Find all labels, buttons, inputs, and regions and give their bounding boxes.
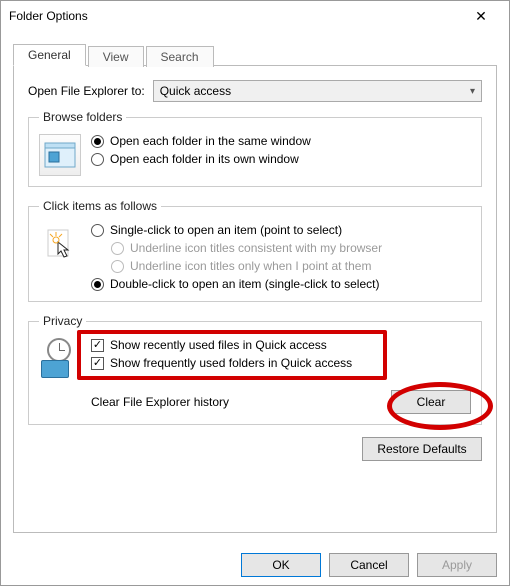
radio-double-click[interactable]: Double-click to open an item (single-cli…: [91, 277, 471, 291]
radio-own-window-label: Open each folder in its own window: [110, 152, 299, 166]
privacy-group: Privacy Show recently used files in Quic…: [28, 314, 482, 425]
tab-general[interactable]: General: [13, 44, 86, 66]
tabstrip: General View Search: [13, 43, 497, 65]
clear-button[interactable]: Clear: [391, 390, 471, 414]
radio-single-click[interactable]: Single-click to open an item (point to s…: [91, 223, 471, 237]
radio-underline-point-label: Underline icon titles only when I point …: [130, 259, 371, 273]
radio-same-window[interactable]: Open each folder in the same window: [91, 134, 471, 148]
folder-options-window: Folder Options ✕ General View Search Ope…: [0, 0, 510, 586]
chevron-down-icon: ▾: [470, 86, 475, 97]
window-title: Folder Options: [9, 9, 461, 23]
ok-button[interactable]: OK: [241, 553, 321, 577]
checkbox-frequent-folders[interactable]: Show frequently used folders in Quick ac…: [91, 356, 471, 370]
radio-same-window-label: Open each folder in the same window: [110, 134, 311, 148]
browse-folders-group: Browse folders Open each folder in the s…: [28, 110, 482, 187]
checkbox-recent-files[interactable]: Show recently used files in Quick access: [91, 338, 471, 352]
radio-icon: [111, 242, 124, 255]
radio-underline-point: Underline icon titles only when I point …: [111, 259, 471, 273]
cancel-button[interactable]: Cancel: [329, 553, 409, 577]
dialog-footer: OK Cancel Apply: [1, 545, 509, 585]
tabpage-general: Open File Explorer to: Quick access ▾ Br…: [13, 65, 497, 533]
checkbox-icon: [91, 339, 104, 352]
radio-single-click-label: Single-click to open an item (point to s…: [110, 223, 342, 237]
clear-history-row: Clear File Explorer history Clear: [39, 390, 471, 414]
radio-icon: [111, 260, 124, 273]
checkbox-icon: [91, 357, 104, 370]
radio-underline-browser: Underline icon titles consistent with my…: [111, 241, 471, 255]
tab-search[interactable]: Search: [146, 46, 214, 67]
checkbox-frequent-folders-label: Show frequently used folders in Quick ac…: [110, 356, 352, 370]
titlebar: Folder Options ✕: [1, 1, 509, 31]
tab-view[interactable]: View: [88, 46, 144, 67]
radio-double-click-label: Double-click to open an item (single-cli…: [110, 277, 379, 291]
dialog-body: General View Search Open File Explorer t…: [1, 31, 509, 545]
radio-own-window[interactable]: Open each folder in its own window: [91, 152, 471, 166]
click-items-group: Click items as follows Single-click to o…: [28, 199, 482, 302]
restore-row: Restore Defaults: [28, 437, 482, 461]
click-items-legend: Click items as follows: [39, 199, 161, 213]
folder-window-icon: [39, 134, 81, 176]
apply-button: Apply: [417, 553, 497, 577]
open-explorer-value: Quick access: [160, 84, 231, 98]
cursor-click-icon: [39, 223, 81, 265]
radio-icon: [91, 153, 104, 166]
open-explorer-label: Open File Explorer to:: [28, 84, 145, 98]
privacy-legend: Privacy: [39, 314, 86, 328]
clear-history-label: Clear File Explorer history: [91, 395, 229, 409]
browse-folders-legend: Browse folders: [39, 110, 126, 124]
radio-icon: [91, 135, 104, 148]
radio-underline-browser-label: Underline icon titles consistent with my…: [130, 241, 382, 255]
checkbox-recent-files-label: Show recently used files in Quick access: [110, 338, 327, 352]
open-explorer-combo[interactable]: Quick access ▾: [153, 80, 482, 102]
close-icon[interactable]: ✕: [461, 8, 501, 25]
restore-defaults-button[interactable]: Restore Defaults: [362, 437, 482, 461]
radio-icon: [91, 224, 104, 237]
open-explorer-row: Open File Explorer to: Quick access ▾: [28, 80, 482, 102]
privacy-history-icon: [39, 338, 81, 380]
radio-icon: [91, 278, 104, 291]
